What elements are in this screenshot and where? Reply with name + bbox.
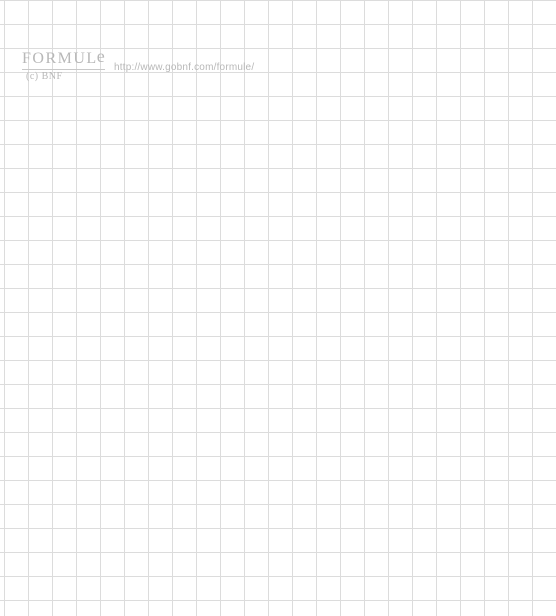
logo-copyright: (c) BNF	[22, 72, 105, 82]
grid-background	[0, 0, 556, 616]
logo-main-text: FORMUL	[22, 51, 98, 67]
logo-superscript: e	[97, 47, 105, 65]
url-text: http://www.gobnf.com/formule/	[114, 62, 254, 73]
logo-title: FORMUL e	[22, 48, 105, 70]
logo-block: FORMUL e (c) BNF	[22, 48, 105, 82]
